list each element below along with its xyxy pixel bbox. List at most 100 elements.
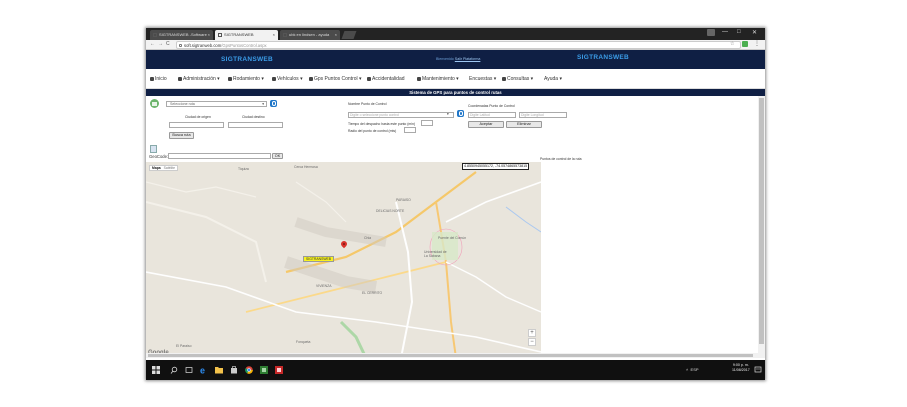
bus-icon	[272, 76, 276, 81]
user-profile-icon[interactable]	[707, 29, 715, 36]
page-icon	[283, 33, 287, 37]
map-type-control[interactable]: Mapa Satélite	[149, 165, 178, 171]
app-icon[interactable]	[260, 366, 268, 374]
close-icon[interactable]: ×	[335, 30, 337, 40]
reload-icon[interactable]: C	[166, 41, 170, 47]
longitude-input[interactable]: Digite Longitud	[519, 112, 567, 118]
place-label: DELICIAS NORTE	[376, 209, 405, 213]
latitude-input[interactable]: Digite Latitud	[468, 112, 516, 118]
map-type-satellite[interactable]: Satélite	[164, 166, 175, 170]
svg-text:e: e	[200, 366, 205, 374]
notifications-icon[interactable]	[754, 366, 762, 374]
brand-logo-right: SIGTRANSWEB	[577, 54, 630, 61]
forward-icon[interactable]: →	[158, 41, 163, 47]
latitude-placeholder: Digite Latitud	[470, 113, 490, 117]
menu-item-vehiculos[interactable]: Vehículos ▾	[272, 76, 303, 82]
coordinate-readout: 4.8550945055172, -74.0574865573815	[462, 163, 530, 170]
app-icon[interactable]	[275, 366, 283, 374]
destination-input[interactable]	[228, 122, 283, 128]
geocode-ok-button[interactable]: OK	[272, 153, 283, 159]
search-icon	[502, 76, 506, 81]
place-label: VIVIENZA	[316, 284, 332, 288]
browser-tab-active[interactable]: SIGTRANSWEB ×	[215, 30, 278, 40]
url-input[interactable]: soft.sigtranweb.com/GpsPuntosControl.asp…	[176, 41, 741, 49]
map-type-map[interactable]: Mapa	[152, 166, 161, 170]
browser-menu-icon[interactable]: ⋮	[754, 40, 760, 47]
control-point-input[interactable]: Digite o seleccione punto control	[348, 112, 454, 118]
radius-input[interactable]	[404, 127, 416, 133]
accept-button[interactable]: Aceptar	[468, 121, 504, 128]
origin-label: Ciudad de origen	[185, 115, 211, 119]
maximize-button[interactable]: □	[737, 29, 741, 35]
windows-start-icon[interactable]	[152, 366, 160, 374]
chevron-down-icon[interactable]: ▾	[447, 112, 449, 116]
route-icon	[150, 99, 159, 108]
control-point-placeholder: Digite o seleccione punto control	[350, 113, 400, 117]
menu-item-consultas[interactable]: Consultas ▾	[502, 76, 533, 82]
menu-item-ayuda[interactable]: Ayuda ▾	[544, 76, 562, 82]
zoom-out-button[interactable]: −	[528, 338, 536, 346]
map-roads	[146, 162, 541, 358]
dispatch-time-input[interactable]	[421, 120, 433, 126]
zoom-in-button[interactable]: +	[528, 329, 536, 337]
search-icon[interactable]	[170, 366, 178, 374]
menu-item-rodamiento[interactable]: Rodamiento ▾	[228, 76, 264, 82]
place-label: El Paraiso	[176, 344, 192, 348]
edge-icon[interactable]: e	[200, 366, 208, 376]
chevron-down-icon: ▾	[262, 102, 264, 106]
place-label: Universidad de La Sabana	[424, 250, 447, 258]
search-icon[interactable]	[270, 100, 277, 107]
menu-item-mantenimiento[interactable]: Mantenimiento ▾	[417, 76, 459, 82]
search-route-button[interactable]: Busca ruta	[169, 132, 194, 139]
home-icon	[150, 76, 154, 81]
logout-link[interactable]: Salir Plataforma	[455, 57, 481, 61]
back-icon[interactable]: ←	[150, 41, 155, 47]
destination-label: Ciudad destino	[242, 115, 265, 119]
windows-taskbar: e ˄ ESP 9:00 p. m. 11/08/2017	[146, 360, 765, 380]
place-label: EL CERRITO	[362, 291, 383, 295]
scrollbar-thumb[interactable]	[759, 98, 764, 344]
search-icon[interactable]	[457, 110, 464, 117]
map-marker-icon	[309, 76, 313, 81]
route-select[interactable]: Seleccione ruta ▾	[166, 101, 267, 107]
menu-item-encuestas[interactable]: Encuestas ▾	[469, 76, 496, 82]
dispatch-time-label: Tiempo del despacho hasta este punto (mi…	[348, 122, 415, 126]
store-icon[interactable]	[230, 366, 238, 374]
horizontal-scrollbar[interactable]	[146, 353, 758, 358]
delete-button[interactable]: Eliminar	[506, 121, 542, 128]
menu-item-administracion[interactable]: Administración ▾	[178, 76, 220, 82]
menu-item-accidentalidad[interactable]: Accidentalidad	[367, 76, 405, 82]
edit-icon	[150, 145, 157, 153]
menu-item-label: Consultas ▾	[507, 76, 534, 82]
chrome-icon[interactable]	[245, 366, 253, 374]
menu-item-inicio[interactable]: Inicio	[150, 76, 167, 82]
longitude-placeholder: Digite Longitud	[521, 113, 544, 117]
scrollbar-thumb[interactable]	[148, 354, 753, 357]
system-tray[interactable]: ˄ ESP	[686, 367, 699, 372]
page-icon	[218, 33, 222, 37]
close-icon[interactable]: ×	[273, 30, 275, 40]
menu-item-label: Administración ▾	[183, 76, 220, 82]
geocode-label: GeoCode:	[149, 154, 169, 159]
brand-logo[interactable]: SIGTRANSWEB	[221, 56, 273, 63]
browser-tab[interactable]: ubk en lindsen - ayuda ×	[280, 30, 340, 40]
menu-item-gps-puntos-control[interactable]: Gps Puntos Control ▾	[309, 76, 362, 82]
close-icon[interactable]: ×	[208, 30, 210, 40]
origin-input[interactable]	[169, 122, 224, 128]
radius-label: Radio del punto de control (mts)	[348, 129, 397, 133]
minimize-button[interactable]: —	[722, 29, 728, 35]
vertical-scrollbar[interactable]	[758, 96, 765, 358]
new-tab-button[interactable]	[341, 31, 357, 39]
task-view-icon[interactable]	[185, 366, 193, 374]
tab-label: ubk en lindsen - ayuda	[289, 32, 330, 37]
map-canvas[interactable]: Mapa Satélite Tiquiza Cerca Hermosa PARAI…	[146, 162, 541, 358]
folder-icon[interactable]	[215, 366, 223, 374]
clock[interactable]: 9:00 p. m. 11/08/2017	[732, 363, 750, 373]
browser-tab[interactable]: SIGTRANSWEB -Software ×	[150, 30, 213, 40]
menu-item-label: Accidentalidad	[372, 76, 405, 82]
geocode-input[interactable]	[168, 153, 271, 159]
bookmark-star-icon[interactable]: ☆	[730, 41, 734, 47]
close-window-button[interactable]: ✕	[752, 29, 757, 36]
menu-item-label: Mantenimiento ▾	[422, 76, 459, 82]
extension-icon[interactable]	[742, 41, 748, 47]
